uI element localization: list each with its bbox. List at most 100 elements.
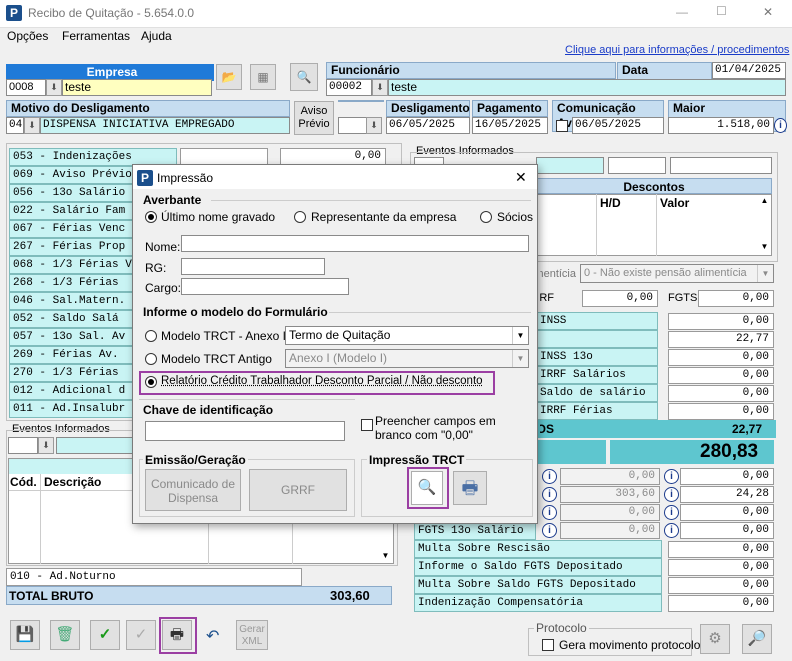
minimize-button[interactable]: — bbox=[676, 5, 688, 19]
menu-opcoes[interactable]: Opções bbox=[7, 29, 48, 43]
chevron-down-icon: ▼ bbox=[512, 327, 528, 344]
pagamento-input[interactable]: 16/05/2025 bbox=[472, 117, 548, 134]
fgts-bottom-value[interactable]: 0,00 bbox=[668, 595, 774, 612]
fgts-info-icon[interactable]: i bbox=[664, 505, 679, 520]
fgts-info-icon[interactable]: i bbox=[664, 487, 679, 502]
undo-icon[interactable]: ↶ bbox=[206, 626, 219, 646]
menu-ajuda[interactable]: Ajuda bbox=[141, 29, 172, 43]
search-employee-button[interactable]: 🔍 bbox=[290, 63, 318, 91]
empresa-spin[interactable]: ⬇ bbox=[46, 79, 62, 96]
close-button[interactable]: ✕ bbox=[763, 5, 773, 19]
chave-input[interactable] bbox=[145, 421, 345, 441]
maximize-button[interactable]: ☐ bbox=[716, 4, 727, 18]
nome-input[interactable] bbox=[181, 235, 529, 252]
fgts-row-a[interactable]: 0,00 bbox=[560, 522, 660, 539]
radio-ultimo[interactable] bbox=[145, 211, 157, 223]
desligamento-input[interactable]: 06/05/2025 bbox=[386, 117, 470, 134]
fgts-bottom-value[interactable]: 0,00 bbox=[668, 541, 774, 558]
radio-modelo-antigo[interactable] bbox=[145, 353, 157, 365]
fgts-row-b[interactable]: 0,00 bbox=[680, 522, 774, 539]
fgts-info-icon[interactable]: i bbox=[542, 487, 557, 502]
remuneracao-info-icon[interactable]: i bbox=[774, 118, 787, 133]
fgts-row-a[interactable]: 0,00 bbox=[560, 504, 660, 521]
fgts-info-icon[interactable]: i bbox=[542, 505, 557, 520]
admissao-input[interactable]: 01/04/2025 bbox=[712, 62, 786, 79]
comunicado-button[interactable]: Comunicado de Dispensa bbox=[145, 469, 241, 511]
fgts-row-a[interactable]: 303,60 bbox=[560, 486, 660, 503]
fgts-row-b[interactable]: 0,00 bbox=[680, 504, 774, 521]
left-list-value[interactable] bbox=[180, 148, 268, 165]
gerar-xml-button[interactable]: Gerar XML bbox=[236, 620, 268, 650]
scroll-down-icon[interactable]: ▼ bbox=[758, 242, 771, 251]
funcionario-code[interactable]: 00002 bbox=[326, 79, 372, 96]
funcionario-name[interactable]: teste bbox=[388, 79, 786, 96]
confirm-disabled-button[interactable]: ✓ bbox=[126, 620, 156, 650]
empresa-name[interactable]: teste bbox=[62, 79, 212, 96]
grid-vline bbox=[40, 474, 41, 564]
empresa-code[interactable]: 0008 bbox=[6, 79, 46, 96]
printer-button[interactable]: 🖶 bbox=[453, 471, 487, 505]
fgts-info-icon[interactable]: i bbox=[664, 469, 679, 484]
comunicacao-input[interactable]: 06/05/2025 bbox=[572, 117, 664, 134]
right-list-item: Saldo de salário bbox=[536, 384, 658, 402]
fgts-info-icon[interactable]: i bbox=[542, 469, 557, 484]
modelo-anexo-select[interactable]: Termo de Quitação ▼ bbox=[285, 326, 529, 345]
save-button[interactable]: 💾 bbox=[10, 620, 40, 650]
fgts-info-icon[interactable]: i bbox=[664, 523, 679, 538]
funcionario-spin[interactable]: ⬇ bbox=[372, 79, 388, 96]
chevron-down-icon: ▼ bbox=[757, 265, 773, 282]
remuneracao-input[interactable]: 1.518,00 bbox=[668, 117, 774, 134]
eventos-left-desc[interactable] bbox=[56, 437, 136, 454]
saque-spin[interactable]: ⬇ bbox=[366, 117, 382, 134]
fgts-row-a[interactable]: 0,00 bbox=[560, 468, 660, 485]
comunicacao-checkbox[interactable] bbox=[556, 120, 568, 132]
motivo-code[interactable]: 04 bbox=[6, 117, 24, 134]
cargo-input[interactable] bbox=[181, 278, 349, 295]
ad-noturno-item[interactable]: 010 - Ad.Noturno bbox=[6, 568, 302, 586]
fgts-bottom-value[interactable]: 0,00 bbox=[668, 577, 774, 594]
preencher-checkbox[interactable] bbox=[361, 419, 373, 431]
eventos-right-val1[interactable] bbox=[608, 157, 666, 174]
radio-representante[interactable] bbox=[294, 211, 306, 223]
descontos-grid[interactable] bbox=[536, 194, 772, 256]
irrf-value[interactable]: 0,00 bbox=[582, 290, 658, 307]
eventos-right-desc[interactable] bbox=[536, 157, 604, 174]
protocolo-checkbox[interactable] bbox=[542, 639, 554, 651]
right-list-item: IRRF Salários bbox=[536, 366, 658, 384]
scroll-up-icon[interactable]: ▲ bbox=[758, 196, 771, 205]
motivo-text[interactable]: DISPENSA INICIATIVA EMPREGADO bbox=[40, 117, 290, 134]
motivo-spin[interactable]: ⬇ bbox=[24, 117, 40, 134]
radio-socios[interactable] bbox=[480, 211, 492, 223]
left-list-value[interactable]: 0,00 bbox=[280, 148, 386, 165]
dialog-close-button[interactable]: ✕ bbox=[515, 169, 527, 186]
fgts-row-b[interactable]: 24,28 bbox=[680, 486, 774, 503]
eventos-right-val2[interactable] bbox=[670, 157, 772, 174]
fgts-bottom-item: Informe o Saldo FGTS Depositado bbox=[414, 558, 662, 576]
radio-modelo-anexo[interactable] bbox=[145, 330, 157, 342]
aviso-previo-button[interactable]: Aviso Prévio bbox=[294, 101, 334, 135]
protocolo-check-label: Gera movimento protocolo bbox=[559, 638, 701, 652]
calc-button[interactable]: ▦ bbox=[250, 64, 276, 90]
fgts-value[interactable]: 0,00 bbox=[698, 290, 774, 307]
confirm-button[interactable]: ✓ bbox=[90, 620, 120, 650]
delete-button[interactable]: 🗑 bbox=[50, 620, 80, 650]
fgts-bottom-value[interactable]: 0,00 bbox=[668, 559, 774, 576]
fgts-info-icon[interactable]: i bbox=[542, 523, 557, 538]
settings-button[interactable]: ⚙ bbox=[700, 624, 730, 654]
fgts-row-b[interactable]: 0,00 bbox=[680, 468, 774, 485]
grid-vline bbox=[656, 194, 657, 256]
pensao-select[interactable]: 0 - Não existe pensão alimentícia ▼ bbox=[580, 264, 774, 283]
impressao-trct-group: Impressão TRCT bbox=[367, 453, 467, 467]
eventos-left-code[interactable] bbox=[8, 437, 38, 454]
modelo-antigo-select[interactable]: Anexo I (Modelo I) ▼ bbox=[285, 349, 529, 368]
open-folder-button[interactable]: 📂 bbox=[216, 64, 242, 90]
scroll-down-icon[interactable]: ▼ bbox=[378, 548, 393, 563]
eventos-left-spin[interactable]: ⬇ bbox=[38, 437, 54, 454]
grrf-button[interactable]: GRRF bbox=[249, 469, 347, 511]
search-user-button[interactable]: 🔎 bbox=[742, 624, 772, 654]
menu-ferramentas[interactable]: Ferramentas bbox=[62, 29, 130, 43]
total-bruto-label: TOTAL BRUTO bbox=[9, 589, 94, 603]
saque-input[interactable] bbox=[338, 117, 368, 134]
rg-input[interactable] bbox=[181, 258, 325, 275]
info-link[interactable]: Clique aqui para informações / procedime… bbox=[565, 44, 789, 56]
